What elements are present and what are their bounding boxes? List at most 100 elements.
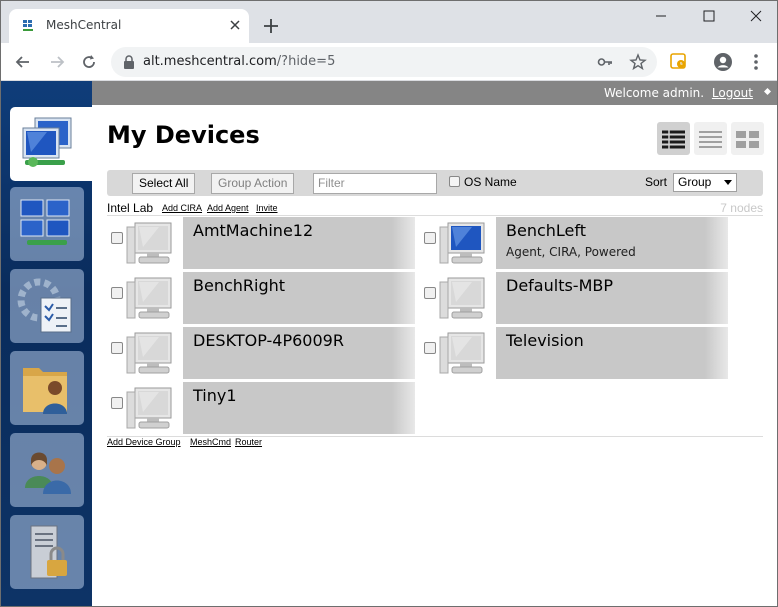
meshcentral-favicon-icon <box>22 19 36 33</box>
device-name: Television <box>506 331 584 350</box>
device-card[interactable]: Defaults-MBP <box>496 272 728 324</box>
computer-offline-icon <box>126 222 172 264</box>
device-card[interactable]: BenchLeft Agent, CIRA, Powered <box>496 217 728 269</box>
device-name: AmtMachine12 <box>193 221 314 240</box>
device-card[interactable]: Tiny1 <box>183 382 415 434</box>
device-card[interactable]: DESKTOP-4P6009R <box>183 327 415 379</box>
device-checkbox[interactable] <box>424 232 436 244</box>
grid-icon <box>736 131 759 148</box>
forward-icon[interactable] <box>47 52 67 72</box>
extension-icon[interactable] <box>669 52 687 70</box>
filter-bar: Select All Group Action Filter OS Name S… <box>107 170 763 196</box>
device-name: Defaults-MBP <box>506 276 613 295</box>
device-tile[interactable]: Tiny1 <box>107 382 415 434</box>
computer-online-icon <box>439 222 485 264</box>
select-all-button[interactable]: Select All <box>132 173 196 194</box>
profile-icon[interactable] <box>713 52 733 72</box>
device-checkbox[interactable] <box>424 342 436 354</box>
group-action-button[interactable]: Group Action <box>211 173 295 194</box>
browser-tab[interactable]: MeshCentral <box>9 9 249 43</box>
browser-toolbar: alt.meshcentral.com/?hide=5 <box>1 43 777 81</box>
sidebar-item-my-server[interactable] <box>10 515 84 589</box>
device-checkbox[interactable] <box>424 287 436 299</box>
sidebar <box>1 81 92 606</box>
os-name-label: OS Name <box>464 175 517 189</box>
sidebar-item-server-settings[interactable] <box>10 269 84 343</box>
add-cira-link[interactable]: Add CIRA <box>162 203 202 213</box>
sidebar-item-my-devices[interactable] <box>10 107 92 181</box>
device-checkbox[interactable] <box>111 397 123 409</box>
minimize-icon[interactable] <box>649 6 673 26</box>
url-path: /?hide=5 <box>276 54 336 69</box>
chevron-down-icon <box>724 180 732 185</box>
device-checkbox[interactable] <box>111 232 123 244</box>
device-tile[interactable]: BenchRight <box>107 272 415 324</box>
address-bar[interactable]: alt.meshcentral.com/?hide=5 <box>111 47 657 77</box>
page-content: Welcome admin. Logout My Devices Select … <box>1 81 777 606</box>
maximize-icon[interactable] <box>697 6 721 26</box>
router-link[interactable]: Router <box>235 437 262 447</box>
device-tile[interactable]: BenchLeft Agent, CIRA, Powered <box>420 217 728 269</box>
add-agent-link[interactable]: Add Agent <box>207 203 249 213</box>
computer-offline-icon <box>439 332 485 374</box>
my-devices-icon <box>22 117 72 167</box>
view-grid-button[interactable] <box>731 122 764 155</box>
server-settings-icon <box>17 278 72 333</box>
computer-offline-icon <box>439 277 485 319</box>
my-desktop-icon <box>20 199 70 245</box>
my-users-icon <box>25 452 71 494</box>
sidebar-item-my-users[interactable] <box>10 433 84 507</box>
list-large-icon <box>662 130 685 149</box>
device-card[interactable]: Television <box>496 327 728 379</box>
browser-window: MeshCentral alt.meshcentral.com/?hide=5 … <box>0 0 778 607</box>
my-server-icon <box>30 525 67 579</box>
logout-link[interactable]: Logout <box>712 86 753 100</box>
computer-offline-icon <box>126 387 172 429</box>
invite-link[interactable]: Invite <box>256 203 278 213</box>
device-checkbox[interactable] <box>111 287 123 299</box>
window-close-icon[interactable] <box>744 6 768 26</box>
new-tab-icon[interactable] <box>261 16 281 36</box>
device-tile[interactable]: DESKTOP-4P6009R <box>107 327 415 379</box>
device-tile[interactable]: Television <box>420 327 728 379</box>
device-name: DESKTOP-4P6009R <box>193 331 344 350</box>
welcome-area: Welcome admin. Logout <box>604 86 753 100</box>
device-tile[interactable]: AmtMachine12 <box>107 217 415 269</box>
lock-icon <box>124 55 134 69</box>
key-icon[interactable] <box>597 54 613 70</box>
tab-close-icon[interactable] <box>227 17 243 33</box>
device-status: Agent, CIRA, Powered <box>506 245 636 259</box>
diamond-icon[interactable] <box>764 88 771 95</box>
url-host: alt.meshcentral.com <box>143 54 277 69</box>
device-checkbox[interactable] <box>111 342 123 354</box>
meshcmd-link[interactable]: MeshCmd <box>190 437 231 447</box>
group-name: Intel Lab <box>107 201 154 215</box>
computer-offline-icon <box>126 277 172 319</box>
device-name: BenchLeft <box>506 221 586 240</box>
bookmark-star-icon[interactable] <box>629 53 647 71</box>
device-card[interactable]: AmtMachine12 <box>183 217 415 269</box>
view-list-small-button[interactable] <box>694 122 727 155</box>
device-card[interactable]: BenchRight <box>183 272 415 324</box>
sidebar-item-my-files[interactable] <box>10 351 84 425</box>
sort-select[interactable]: Group <box>673 173 737 192</box>
browser-menu-icon[interactable] <box>747 52 765 72</box>
page-title: My Devices <box>107 121 260 149</box>
url-text: alt.meshcentral.com/?hide=5 <box>143 54 335 69</box>
node-count: 7 nodes <box>720 201 763 215</box>
group-header: Intel Lab Add CIRA Add Agent Invite 7 no… <box>107 201 763 216</box>
my-files-icon <box>23 368 67 414</box>
view-list-large-button[interactable] <box>657 122 690 155</box>
back-icon[interactable] <box>13 52 33 72</box>
os-name-checkbox[interactable] <box>449 176 460 187</box>
add-device-group-link[interactable]: Add Device Group <box>107 437 181 447</box>
device-name: Tiny1 <box>193 386 237 405</box>
sort-value: Group <box>678 175 712 189</box>
device-name: BenchRight <box>193 276 286 295</box>
tab-title: MeshCentral <box>46 18 122 32</box>
reload-icon[interactable] <box>79 52 99 72</box>
filter-input[interactable]: Filter <box>313 173 437 194</box>
sidebar-item-my-desktop[interactable] <box>10 187 84 261</box>
device-tile[interactable]: Defaults-MBP <box>420 272 728 324</box>
sort-label: Sort <box>645 175 668 189</box>
